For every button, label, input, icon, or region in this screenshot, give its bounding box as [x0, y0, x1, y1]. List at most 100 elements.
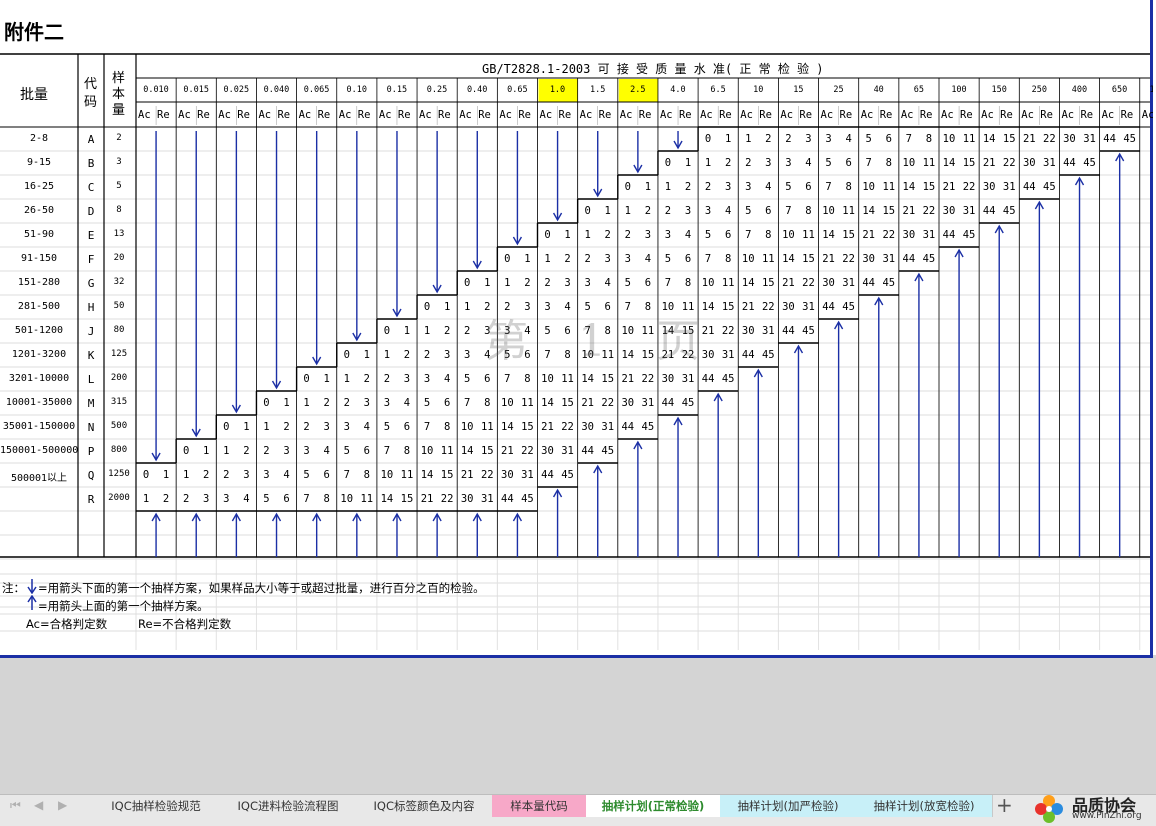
- plan-cell-re: 45: [681, 397, 695, 409]
- plan-cell-re: 45: [1043, 181, 1056, 193]
- sheet-tab-1[interactable]: IQC进料检验流程图: [220, 795, 357, 817]
- plan-cell-ac: 2: [303, 421, 310, 433]
- sheet-tab-3[interactable]: 样本量代码: [492, 795, 587, 817]
- aql-level-21: 150: [991, 85, 1007, 95]
- ac-header: Ac: [659, 109, 673, 121]
- next-sheet-icon[interactable]: ▶: [58, 798, 67, 812]
- sheet-tab-4[interactable]: 抽样计划(正常检验): [586, 795, 721, 817]
- sample-code: J: [87, 325, 95, 338]
- plan-cell-re: 4: [644, 253, 652, 265]
- plan-cell-re: 31: [922, 229, 936, 241]
- aql-level-15: 10: [753, 85, 764, 95]
- plan-cell-ac: 21: [982, 157, 996, 169]
- sample-size: 2: [116, 133, 122, 143]
- plan-cell-ac: 5: [664, 253, 672, 265]
- plan-cell-re: 15: [721, 301, 735, 313]
- aql-level-12: 2.5: [630, 85, 646, 95]
- aql-level-17: 25: [833, 85, 844, 95]
- plan-cell-re: 22: [761, 301, 775, 313]
- lot-range: 35001-150000: [2, 421, 76, 432]
- plan-cell-re: 1: [363, 349, 370, 361]
- plan-cell-ac: 0: [464, 277, 471, 289]
- plan-cell-ac: 30: [661, 373, 675, 385]
- plan-cell-ac: 14: [581, 373, 594, 385]
- plan-cell-ac: 1: [745, 133, 752, 145]
- plan-cell-ac: 0: [182, 445, 190, 457]
- plan-cell-re: 8: [604, 325, 611, 337]
- plan-cell-re: 45: [521, 493, 534, 505]
- plan-cell-ac: 1: [223, 445, 230, 457]
- plan-cell-re: 31: [681, 373, 695, 385]
- plan-cell-re: 8: [684, 277, 692, 289]
- re-header: Re: [518, 109, 531, 121]
- plan-cell-ac: 5: [464, 373, 471, 385]
- plan-cell-re: 45: [1083, 157, 1096, 169]
- lot-range: 9-15: [26, 157, 52, 168]
- ac-header: Ac: [941, 109, 954, 121]
- aql-level-5: 0.10: [346, 85, 367, 95]
- plan-cell-ac: 5: [303, 469, 310, 481]
- ac-header: Ac: [981, 109, 994, 121]
- re-header: Re: [960, 109, 973, 121]
- sample-size: 5: [116, 181, 122, 191]
- plan-cell-ac: 30: [1022, 157, 1036, 169]
- plan-cell-re: 22: [842, 253, 855, 265]
- plan-cell-ac: 2: [745, 157, 752, 169]
- sheet-tab-6[interactable]: 抽样计划(放宽检验): [856, 795, 993, 817]
- ac-header: Ac: [298, 109, 312, 121]
- aql-level-11: 1.5: [589, 85, 606, 95]
- plan-cell-ac: 2: [785, 133, 792, 145]
- plan-cell-ac: 14: [862, 205, 876, 217]
- plan-cell-ac: 0: [664, 157, 672, 169]
- plan-cell-ac: 7: [825, 181, 832, 193]
- plan-cell-ac: 10: [581, 349, 594, 361]
- ac-header: Ac: [258, 109, 272, 121]
- plan-cell-re: 3: [805, 133, 812, 145]
- plan-cell-re: 4: [684, 229, 692, 241]
- sheet-tab-2[interactable]: IQC标签颜色及内容: [356, 795, 493, 817]
- plan-cell-re: 31: [842, 277, 855, 289]
- add-sheet-icon[interactable]: +: [996, 793, 1013, 817]
- plan-cell-ac: 2: [182, 493, 190, 505]
- plan-cell-ac: 0: [624, 181, 631, 193]
- sample-size: 500: [110, 421, 128, 431]
- sample-code: L: [87, 373, 95, 386]
- plan-cell-ac: 0: [544, 229, 551, 241]
- first-sheet-icon[interactable]: ⏮: [10, 798, 21, 813]
- prev-sheet-icon[interactable]: ◀: [34, 798, 43, 812]
- sheet-tab-0[interactable]: IQC抽样检验规范: [92, 795, 221, 817]
- re-header: Re: [1040, 109, 1053, 121]
- plan-cell-ac: 5: [865, 133, 872, 145]
- plan-cell-ac: 1: [464, 301, 471, 313]
- plan-cell-re: 31: [521, 469, 534, 481]
- plan-cell-ac: 0: [383, 325, 391, 337]
- plan-cell-ac: 0: [142, 469, 150, 481]
- plan-cell-re: 2: [765, 133, 772, 145]
- ac-header: Ac: [338, 109, 352, 121]
- plan-cell-ac: 2: [263, 445, 270, 457]
- plan-cell-re: 11: [721, 277, 735, 289]
- plan-cell-ac: 2: [704, 181, 712, 193]
- plan-cell-re: 8: [323, 493, 330, 505]
- plan-cell-ac: 2: [343, 397, 350, 409]
- sheet-tab-5[interactable]: 抽样计划(加严检验): [720, 795, 857, 817]
- sample-size: 800: [110, 445, 128, 455]
- lot-size-header: 批量: [20, 87, 48, 103]
- aql-level-3: 0.040: [263, 85, 290, 95]
- sample-size: 80: [113, 325, 125, 335]
- plan-cell-ac: 1: [423, 325, 431, 337]
- lot-range: 10001-35000: [5, 397, 73, 408]
- plan-cell-re: 8: [403, 445, 411, 457]
- plan-cell-re: 45: [802, 325, 815, 337]
- plan-cell-ac: 14: [460, 445, 474, 457]
- plan-cell-re: 1: [162, 469, 170, 481]
- plan-cell-re: 15: [400, 493, 414, 505]
- plan-cell-ac: 1: [704, 157, 712, 169]
- plan-cell-ac: 44: [1022, 181, 1036, 193]
- plan-cell-re: 15: [480, 445, 494, 457]
- plan-cell-re: 15: [922, 181, 936, 193]
- standard-title: GB/T2828.1-2003 可 接 受 质 量 水 准( 正 常 检 验 ): [482, 62, 824, 76]
- plan-cell-ac: 1: [142, 493, 150, 505]
- code-header-2: 码: [84, 95, 98, 110]
- plan-cell-re: 6: [684, 253, 692, 265]
